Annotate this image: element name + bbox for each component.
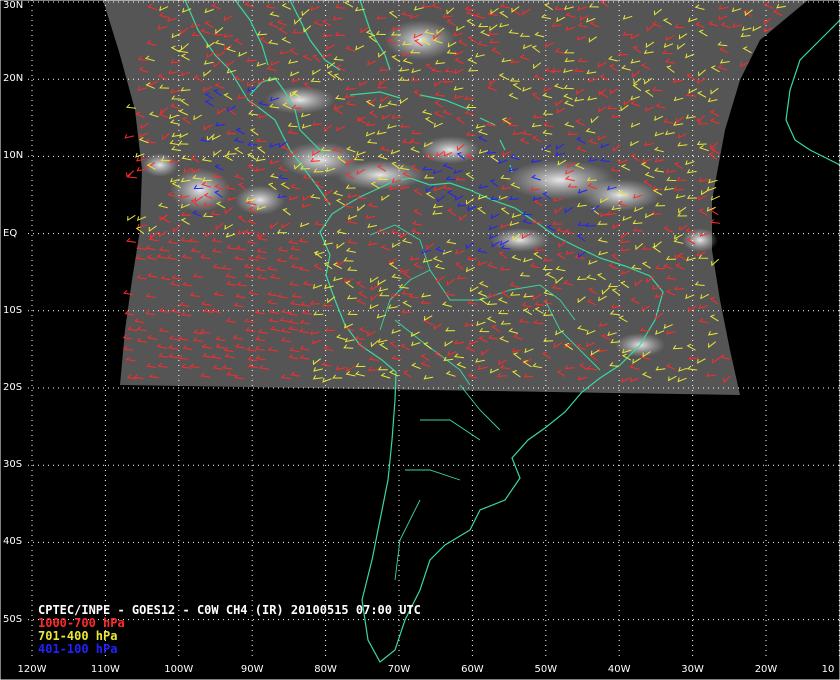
lon-label: 70W [387,664,411,675]
legend-upper-level: 401-100 hPa [38,642,118,656]
lat-label: 10N [3,150,24,162]
lat-label: 10S [3,304,23,316]
lon-label: 20W [754,664,778,675]
cloud-patch [235,185,285,215]
lon-label: 60W [461,664,484,675]
lon-label: 10 [821,664,835,675]
map-caption: CPTEC/INPE - GOES12 - C0W CH4 (IR) 20100… [38,604,421,656]
cloud-patch [420,136,480,164]
lat-label: 40S [3,536,23,548]
lat-label: 30S [3,459,23,471]
lat-label: 50S [3,613,23,625]
lon-label: 40W [607,664,631,675]
cloud-patch [490,228,550,252]
wind-vector-map [0,0,840,680]
lat-label: 20N [3,73,24,85]
lon-label: 80W [314,664,337,675]
lat-label: 20S [3,382,23,393]
cloud-patch [265,86,335,114]
lon-label: 90W [240,664,264,675]
cloud-patch [385,20,455,60]
lon-label: 110W [90,664,120,675]
lon-label: 30W [681,664,704,675]
lon-label: 50W [534,664,558,675]
lat-label: 30N [3,0,24,11]
lon-label: 120W [17,664,47,675]
lat-label: EQ [3,227,18,239]
lon-label: 100W [164,664,194,675]
